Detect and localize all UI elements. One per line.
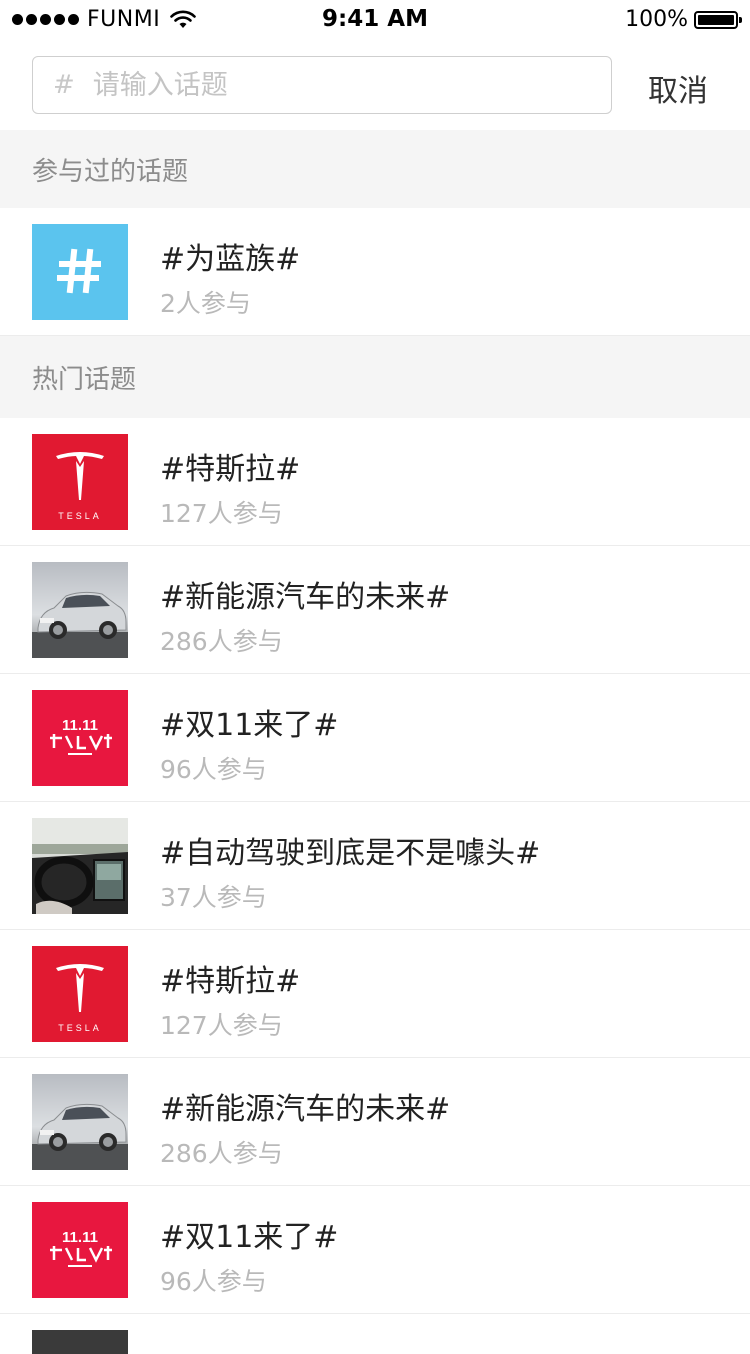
section-header-hot: 热门话题 <box>0 336 750 418</box>
topic-title: #自动驾驶到底是不是噱头# <box>160 836 541 871</box>
topic-row-partial[interactable] <box>0 1314 750 1354</box>
battery-icon <box>694 10 742 29</box>
topic-participants: 286人参与 <box>160 627 283 656</box>
tesla-logo-icon: TESLA <box>32 946 128 1042</box>
double11-logo-icon: 11.11 <box>32 690 128 786</box>
topic-title: #为蓝族# <box>160 242 301 277</box>
battery-info: 100% <box>625 7 742 32</box>
topic-participants: 286人参与 <box>160 1139 283 1168</box>
topic-participants: 127人参与 <box>160 499 283 528</box>
search-box[interactable]: # <box>32 56 612 114</box>
tesla-wordmark: TESLA <box>58 1023 102 1033</box>
topic-participants: 2人参与 <box>160 289 251 318</box>
battery-percent: 100% <box>625 7 688 32</box>
double11-wordmark: 11.11 <box>62 1229 98 1246</box>
tesla-logo-icon: TESLA <box>32 434 128 530</box>
tesla-wordmark: TESLA <box>58 511 102 521</box>
topic-row[interactable]: TESLA #特斯拉# 127人参与 <box>0 418 750 546</box>
topic-title: #特斯拉# <box>160 452 301 487</box>
topic-title: #新能源汽车的未来# <box>160 580 451 615</box>
cancel-button[interactable]: 取消 <box>648 66 708 110</box>
hash-icon: # <box>53 70 75 100</box>
topic-row[interactable]: #为蓝族# 2人参与 <box>0 208 750 336</box>
topic-row[interactable]: TESLA #特斯拉# 127人参与 <box>0 930 750 1058</box>
topic-row[interactable]: 11.11 #双11来了# 96人参与 <box>0 1186 750 1314</box>
topic-row[interactable]: #新能源汽车的未来# 286人参与 <box>0 1058 750 1186</box>
double11-wordmark: 11.11 <box>62 717 98 734</box>
hash-topic-icon <box>32 224 128 320</box>
topic-row[interactable]: 11.11 #双11来了# 96人参与 <box>0 674 750 802</box>
car-photo-icon <box>32 1074 128 1170</box>
double11-logo-icon: 11.11 <box>32 1202 128 1298</box>
topic-participants: 127人参与 <box>160 1011 283 1040</box>
search-bar: # 取消 <box>0 40 750 130</box>
car-interior-photo-icon <box>32 818 128 914</box>
topic-participants: 96人参与 <box>160 755 267 784</box>
topic-title: #双11来了# <box>160 708 339 743</box>
topic-participants: 96人参与 <box>160 1267 267 1296</box>
topic-title: #特斯拉# <box>160 964 301 999</box>
topic-row[interactable]: #自动驾驶到底是不是噱头# 37人参与 <box>0 802 750 930</box>
topic-row[interactable]: #新能源汽车的未来# 286人参与 <box>0 546 750 674</box>
section-header-participated: 参与过的话题 <box>0 130 750 208</box>
car-photo-icon <box>32 562 128 658</box>
status-bar: FUNMI 9:41 AM 100% <box>0 0 750 40</box>
topic-title: #双11来了# <box>160 1220 339 1255</box>
topic-search-input[interactable] <box>90 68 611 102</box>
topic-title: #新能源汽车的未来# <box>160 1092 451 1127</box>
topic-participants: 37人参与 <box>160 883 267 912</box>
